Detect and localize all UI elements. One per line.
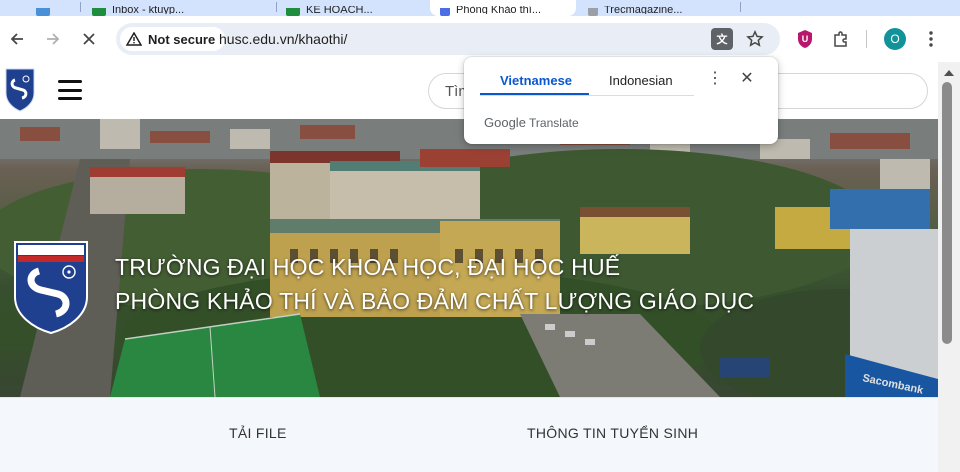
browser-toolbar: Not secure husc.edu.vn/khaothi/ 文 U O xyxy=(0,16,960,62)
stop-loading-button[interactable] xyxy=(74,24,104,54)
hamburger-bar xyxy=(58,80,82,83)
tab-2[interactable]: Inbox - ktuyp... xyxy=(92,0,272,16)
shield-icon: U xyxy=(798,30,812,48)
back-button[interactable] xyxy=(2,24,32,54)
globe-icon xyxy=(588,8,598,16)
hamburger-bar xyxy=(58,97,82,100)
svg-text:U: U xyxy=(802,34,809,44)
profile-avatar[interactable]: O xyxy=(884,28,906,50)
tab-1[interactable] xyxy=(36,0,76,16)
star-icon xyxy=(746,30,764,47)
tab-strip: Inbox - ktuyp... KẾ HOẠCH... Phòng Khảo … xyxy=(0,0,960,16)
security-chip[interactable]: Not secure xyxy=(120,27,226,51)
tab-separator xyxy=(80,2,81,12)
tab-favicon-icon xyxy=(36,8,50,16)
page-scrollbar[interactable] xyxy=(938,62,960,472)
hamburger-menu-button[interactable] xyxy=(58,80,82,100)
arrow-left-icon xyxy=(10,33,23,45)
nav-admissions-info[interactable]: THÔNG TIN TUYỂN SINH xyxy=(527,425,698,441)
translate-tab-divider xyxy=(480,95,694,96)
hamburger-bar xyxy=(58,88,82,92)
translate-close-button[interactable]: ✕ xyxy=(737,69,757,89)
translate-icon[interactable]: 文 xyxy=(711,28,733,50)
tab-active[interactable]: Phòng Khảo thí... xyxy=(430,0,576,16)
translate-tab-indicator xyxy=(480,93,589,95)
extension-ublock-button[interactable]: U xyxy=(790,24,820,54)
tab-separator xyxy=(740,2,741,12)
toolbar-separator xyxy=(866,30,867,48)
url-text[interactable]: husc.edu.vn/khaothi/ xyxy=(219,31,347,47)
tab-3[interactable]: KẾ HOẠCH... xyxy=(286,0,426,16)
university-logo[interactable] xyxy=(4,67,36,113)
sheets-icon xyxy=(286,8,300,16)
translate-label: Translate xyxy=(529,116,579,130)
scroll-thumb[interactable] xyxy=(942,82,952,344)
bookmark-star-button[interactable] xyxy=(743,27,767,51)
tab-separator xyxy=(276,2,277,12)
puzzle-icon xyxy=(834,31,847,47)
translate-tab-vietnamese[interactable]: Vietnamese xyxy=(500,73,572,88)
hero-title-university: TRƯỜNG ĐẠI HỌC KHOA HỌC, ĐẠI HỌC HUẾ xyxy=(115,254,621,280)
hero-banner: Sacombank TRƯỜNG ĐẠI HỌC KHOA HỌC, ĐẠI H… xyxy=(0,119,938,397)
chrome-menu-button[interactable] xyxy=(916,24,946,54)
google-translate-brand: Google Translate xyxy=(484,115,579,130)
extensions-button[interactable] xyxy=(826,24,856,54)
warning-triangle-icon xyxy=(126,32,142,46)
forward-button[interactable] xyxy=(38,24,68,54)
translate-popup: Vietnamese Indonesian ⋮ ✕ Google Transla… xyxy=(464,57,778,144)
translate-tab-indonesian[interactable]: Indonesian xyxy=(609,73,673,88)
nav-download-file[interactable]: TẢI FILE xyxy=(229,425,287,441)
site-favicon-icon xyxy=(440,8,450,16)
sheets-icon xyxy=(92,8,106,16)
address-bar[interactable]: Not secure husc.edu.vn/khaothi/ 文 xyxy=(116,23,780,55)
kebab-menu-icon xyxy=(929,31,933,47)
university-shield-logo xyxy=(14,241,88,335)
scroll-up-arrow[interactable] xyxy=(944,70,954,76)
security-label: Not secure xyxy=(148,31,216,47)
site-nav: TẢI FILE THÔNG TIN TUYỂN SINH xyxy=(0,397,938,472)
close-icon xyxy=(83,33,95,45)
arrow-right-icon xyxy=(47,33,60,45)
hero-title-department: PHÒNG KHẢO THÍ VÀ BẢO ĐẢM CHẤT LƯỢNG GIÁ… xyxy=(115,288,755,314)
translate-options-button[interactable]: ⋮ xyxy=(707,69,723,89)
google-wordmark: Google xyxy=(484,115,526,130)
tab-5[interactable]: Trecmagazine... xyxy=(588,0,728,16)
